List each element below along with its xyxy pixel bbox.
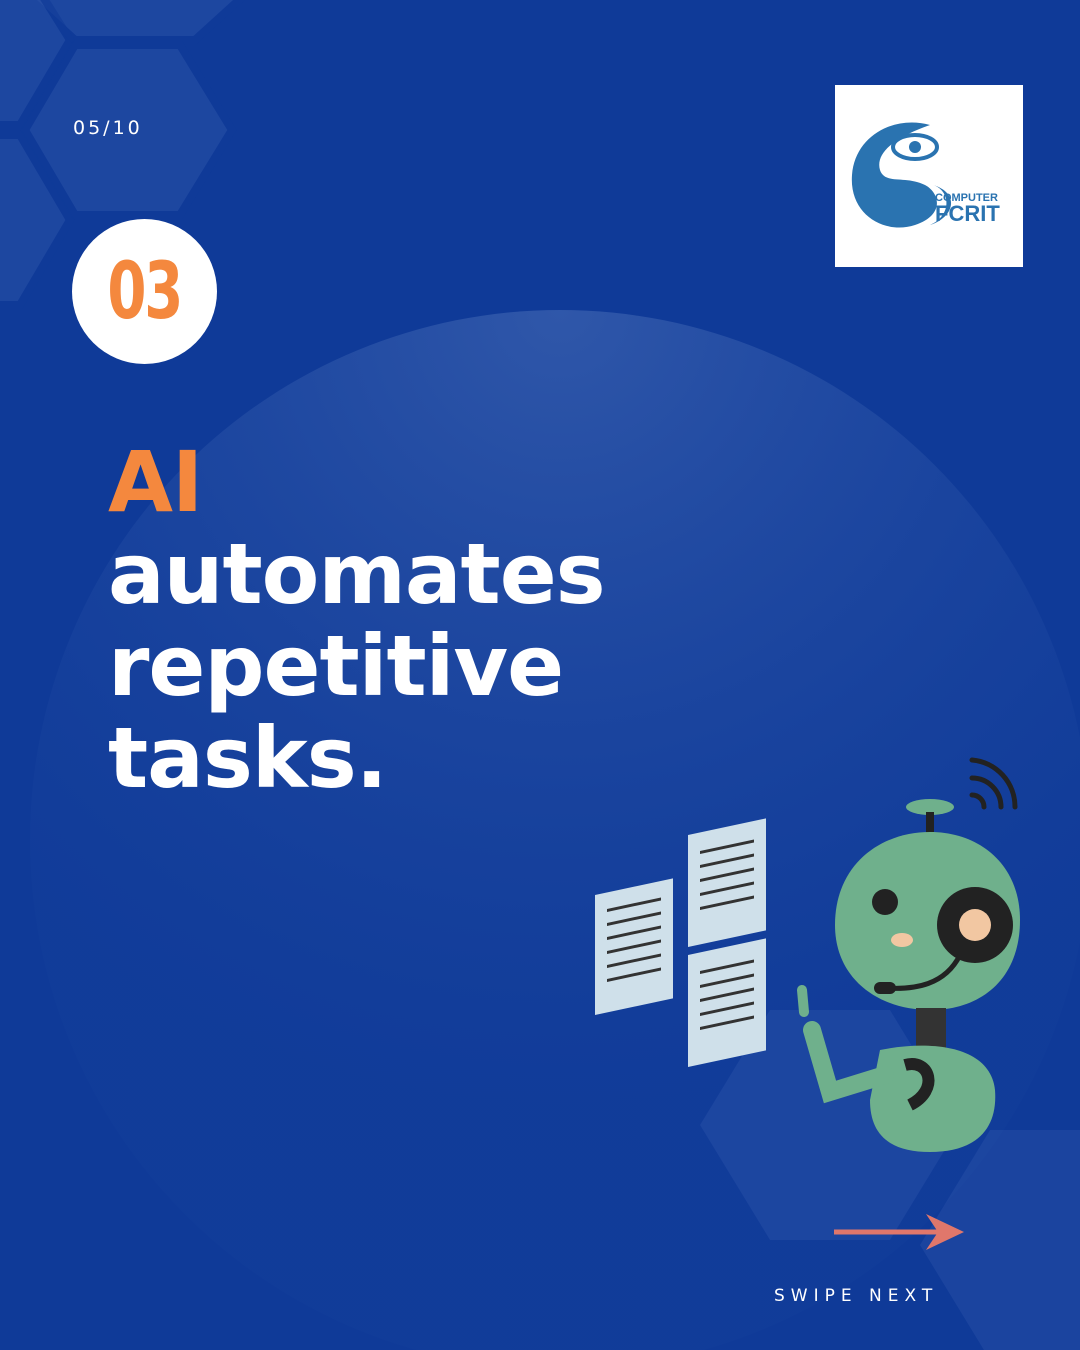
robot-finger (797, 985, 809, 1017)
arrow-right-icon[interactable] (834, 1212, 968, 1252)
robot-arm (803, 1021, 894, 1104)
headline-line: tasks. (108, 709, 388, 807)
document-icon (688, 938, 766, 1067)
page-counter: 05/10 (73, 117, 143, 139)
robot-cheek (891, 933, 913, 947)
document-icon (595, 878, 673, 1015)
headline-line: automates (108, 525, 606, 623)
document-icon (688, 818, 766, 947)
robot-body (870, 1045, 996, 1152)
logo-text-fcrit: FCRIT (935, 201, 1000, 226)
step-badge: 03 (72, 219, 217, 364)
robot-illustration (595, 757, 1020, 1152)
swipe-next-label[interactable]: SWIPE NEXT (774, 1286, 938, 1306)
slide: 05/10 COMPUTER FCRIT 03 AI automates rep… (0, 0, 1080, 1350)
headline-line: repetitive (108, 617, 564, 715)
logo-pupil (909, 141, 921, 153)
headline-accent: AI (108, 433, 203, 531)
robot-ear-inner (959, 909, 991, 941)
step-number: 03 (107, 246, 184, 337)
robot-neck (916, 1008, 946, 1050)
signal-icon (969, 757, 1018, 810)
robot-eye (872, 889, 898, 915)
headline: AI automates repetitive tasks. (108, 433, 606, 807)
fcrit-logo: COMPUTER FCRIT (835, 85, 1023, 267)
